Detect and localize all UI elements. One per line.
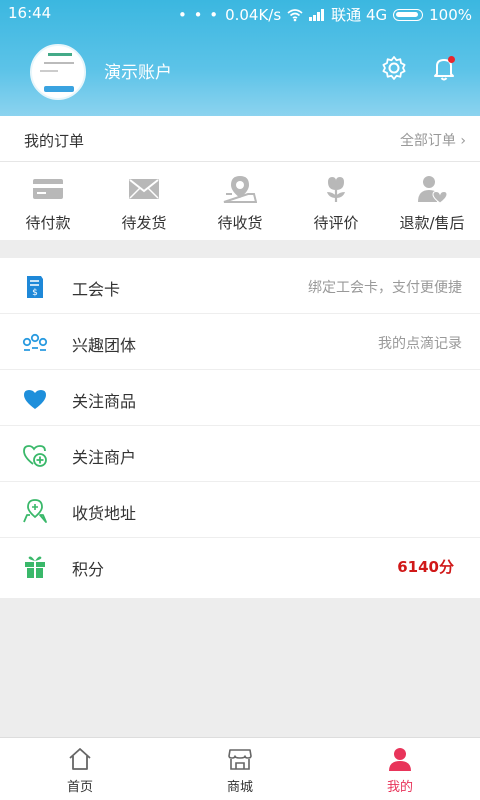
tab-home[interactable]: 首页 — [30, 746, 130, 795]
menu-list: $ 工会卡 绑定工会卡，支付更便捷 兴趣团体 我的点滴记录 关注商品 关注商户 — [0, 258, 480, 598]
menu-label: 收货地址 — [72, 504, 137, 523]
avatar-button — [44, 86, 74, 92]
avatar-line — [44, 62, 74, 64]
address-icon — [23, 499, 47, 523]
menu-hint: 绑定工会卡，支付更便捷 — [308, 280, 462, 296]
avatar-logo-line — [48, 53, 72, 56]
status-bar: 16:44 • • • 0.04K/s 联通 4G 100% — [0, 0, 480, 26]
tab-label: 商城 — [226, 780, 253, 795]
account-name[interactable]: 演示账户 — [104, 58, 172, 83]
user-heart-icon — [418, 176, 448, 204]
gift-icon — [25, 556, 45, 578]
order-label: 待评价 — [313, 214, 359, 232]
orders-section: 我的订单 全部订单 › 待付款 待发货 待收货 待评价 退款/售后 — [0, 116, 480, 240]
tab-label: 我的 — [386, 780, 413, 795]
carrier: 联通 4G — [331, 6, 388, 24]
menu-label: 兴趣团体 — [72, 336, 137, 355]
points-value: 6140分 — [397, 558, 454, 576]
tab-store[interactable]: 商城 — [190, 746, 290, 795]
tab-mine[interactable]: 我的 — [350, 746, 450, 795]
order-label: 待收货 — [217, 214, 263, 232]
home-icon — [69, 748, 91, 770]
order-label: 待付款 — [25, 214, 71, 232]
union-card-icon: $ — [27, 276, 43, 298]
avatar[interactable] — [30, 44, 86, 100]
gear-icon[interactable] — [380, 54, 408, 82]
order-refund-aftersale[interactable]: 退款/售后 — [384, 174, 480, 238]
avatar-line — [40, 70, 58, 72]
menu-label: 关注商品 — [72, 392, 137, 411]
bell-icon[interactable] — [430, 54, 458, 82]
menu-item-union-card[interactable]: $ 工会卡 绑定工会卡，支付更便捷 — [0, 258, 480, 314]
menu-item-interest-groups[interactable]: 兴趣团体 我的点滴记录 — [0, 314, 480, 370]
network-speed: 0.04K/s — [225, 5, 282, 24]
battery-level: 100% — [429, 5, 472, 24]
status-dots: • • • — [177, 5, 220, 24]
status-time: 16:44 — [8, 4, 52, 22]
store-icon — [228, 749, 252, 770]
battery-icon — [393, 8, 424, 21]
signal-icon — [309, 8, 325, 21]
menu-item-followed-products[interactable]: 关注商品 — [0, 370, 480, 426]
order-pending-payment[interactable]: 待付款 — [0, 174, 96, 238]
order-pending-receipt[interactable]: 待收货 — [192, 174, 288, 238]
order-pending-shipment[interactable]: 待发货 — [96, 174, 192, 238]
group-icon — [22, 333, 48, 351]
order-label: 待发货 — [121, 214, 167, 232]
user-icon — [389, 748, 411, 771]
heart-plus-icon — [23, 445, 47, 467]
tab-label: 首页 — [66, 780, 93, 795]
menu-label: 工会卡 — [72, 280, 121, 299]
orders-title: 我的订单 — [24, 132, 85, 150]
heart-icon — [24, 390, 46, 409]
menu-label: 关注商户 — [72, 448, 137, 467]
menu-label: 积分 — [72, 560, 105, 579]
menu-item-points[interactable]: 积分 6140分 — [0, 538, 480, 594]
status-right: • • • 0.04K/s 联通 4G 100% — [178, 4, 472, 25]
menu-item-followed-merchants[interactable]: 关注商户 — [0, 426, 480, 482]
svg-text:$: $ — [32, 288, 38, 298]
menu-item-shipping-address[interactable]: 收货地址 — [0, 482, 480, 538]
order-pending-review[interactable]: 待评价 — [288, 174, 384, 238]
orders-header[interactable]: 我的订单 全部订单 › — [0, 116, 480, 162]
all-orders-link[interactable]: 全部订单 › — [400, 130, 466, 150]
envelope-icon — [129, 179, 159, 199]
menu-hint: 我的点滴记录 — [378, 336, 462, 352]
map-pin-icon — [223, 176, 257, 203]
profile-header: 16:44 • • • 0.04K/s 联通 4G 100% 演示账户 — [0, 0, 480, 116]
order-label: 退款/售后 — [399, 214, 465, 232]
wifi-icon — [287, 8, 303, 21]
flower-icon — [327, 177, 345, 202]
bottom-tab-bar: 首页 商城 我的 — [0, 737, 480, 800]
card-icon — [33, 179, 63, 199]
